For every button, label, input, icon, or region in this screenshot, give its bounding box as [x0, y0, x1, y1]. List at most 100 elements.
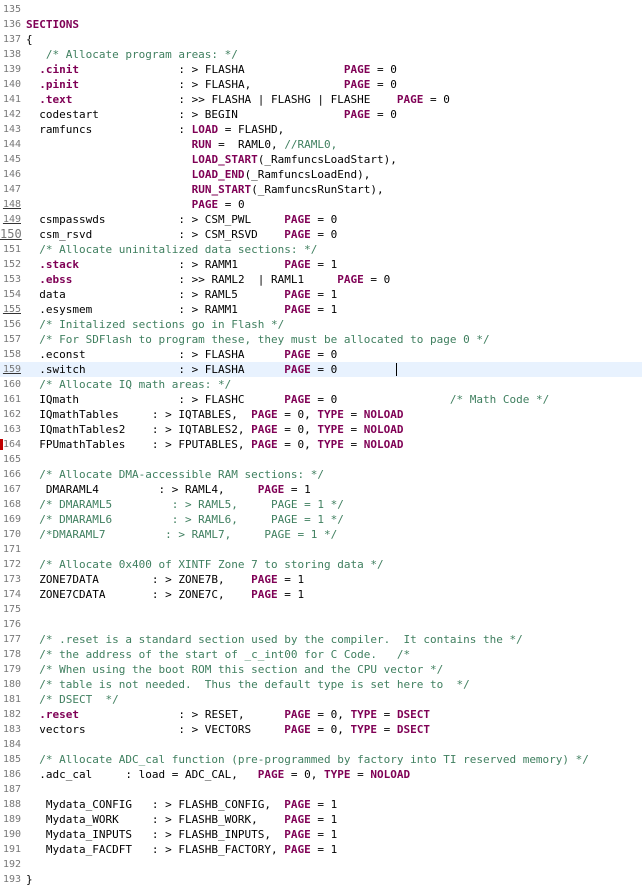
code-text[interactable]: codestart : > BEGIN PAGE = 0 — [26, 107, 397, 122]
code-text[interactable]: FPUmathTables : > FPUTABLES, PAGE = 0, T… — [26, 437, 403, 452]
code-text[interactable]: csmpasswds : > CSM_PWL PAGE = 0 — [26, 212, 337, 227]
code-text[interactable]: DMARAML4 : > RAML4, PAGE = 1 — [26, 482, 311, 497]
code-line[interactable]: 160 /* Allocate IQ math areas: */ — [0, 377, 642, 392]
code-line[interactable]: 172 /* Allocate 0x400 of XINTF Zone 7 to… — [0, 557, 642, 572]
code-line[interactable]: 158 .econst : > FLASHA PAGE = 0 — [0, 347, 642, 362]
code-text[interactable]: .adc_cal : load = ADC_CAL, PAGE = 0, TYP… — [26, 767, 410, 782]
code-line[interactable]: 173 ZONE7DATA : > ZONE7B, PAGE = 1 — [0, 572, 642, 587]
code-line[interactable]: 147 RUN_START(_RamfuncsRunStart), — [0, 182, 642, 197]
code-line[interactable]: 176 — [0, 617, 642, 632]
code-line[interactable]: 180 /* table is not needed. Thus the def… — [0, 677, 642, 692]
code-text[interactable]: /* the address of the start of _c_int00 … — [26, 647, 410, 662]
code-text[interactable]: IQmath : > FLASHC PAGE = 0 /* Math Code … — [26, 392, 549, 407]
code-line[interactable]: 153 .ebss : >> RAML2 | RAML1 PAGE = 0 — [0, 272, 642, 287]
code-line[interactable]: 164 FPUmathTables : > FPUTABLES, PAGE = … — [0, 437, 642, 452]
code-line[interactable]: 155 .esysmem : > RAMM1 PAGE = 1 — [0, 302, 642, 317]
code-text[interactable]: /* Allocate program areas: */ — [26, 47, 238, 62]
code-text[interactable]: /* Allocate 0x400 of XINTF Zone 7 to sto… — [26, 557, 383, 572]
code-text[interactable]: .pinit : > FLASHA, PAGE = 0 — [26, 77, 397, 92]
code-editor[interactable]: 135 136 SECTIONS 137 {138 /* Allocate progra… — [0, 0, 642, 891]
code-line[interactable]: 145 LOAD_START(_RamfuncsLoadStart), — [0, 152, 642, 167]
code-text[interactable]: Mydata_FACDFT : > FLASHB_FACTORY, PAGE =… — [26, 842, 337, 857]
code-text[interactable]: } — [26, 872, 33, 887]
code-text[interactable]: Mydata_CONFIG : > FLASHB_CONFIG, PAGE = … — [26, 797, 337, 812]
code-text[interactable]: /* For SDFlash to program these, they mu… — [26, 332, 489, 347]
code-text[interactable]: Mydata_INPUTS : > FLASHB_INPUTS, PAGE = … — [26, 827, 337, 842]
code-line[interactable]: 157 /* For SDFlash to program these, the… — [0, 332, 642, 347]
code-text[interactable]: csm_rsvd : > CSM_RSVD PAGE = 0 — [26, 227, 337, 242]
code-line[interactable]: 175 — [0, 602, 642, 617]
code-line[interactable]: 152 .stack : > RAMM1 PAGE = 1 — [0, 257, 642, 272]
code-text[interactable]: Mydata_WORK : > FLASHB_WORK, PAGE = 1 — [26, 812, 337, 827]
code-text[interactable]: /* Allocate IQ math areas: */ — [26, 377, 231, 392]
code-text[interactable]: RUN_START(_RamfuncsRunStart), — [26, 182, 384, 197]
code-line[interactable]: 165 — [0, 452, 642, 467]
code-text[interactable]: SECTIONS — [26, 17, 79, 32]
code-line[interactable]: 163 IQmathTables2 : > IQTABLES2, PAGE = … — [0, 422, 642, 437]
code-text[interactable]: IQmathTables2 : > IQTABLES2, PAGE = 0, T… — [26, 422, 403, 437]
code-line[interactable]: 140 .pinit : > FLASHA, PAGE = 0 — [0, 77, 642, 92]
code-line[interactable]: 141 .text : >> FLASHA | FLASHG | FLASHE … — [0, 92, 642, 107]
code-text[interactable]: /*DMARAML7 : > RAML7, PAGE = 1 */ — [26, 527, 337, 542]
code-text[interactable]: .esysmem : > RAMM1 PAGE = 1 — [26, 302, 337, 317]
code-text[interactable]: .reset : > RESET, PAGE = 0, TYPE = DSECT — [26, 707, 430, 722]
code-line[interactable]: 192 — [0, 857, 642, 872]
code-text[interactable]: .stack : > RAMM1 PAGE = 1 — [26, 257, 337, 272]
code-line[interactable]: 154 data : > RAML5 PAGE = 1 — [0, 287, 642, 302]
code-text[interactable]: .text : >> FLASHA | FLASHG | FLASHE PAGE… — [26, 92, 450, 107]
code-line[interactable]: 135 — [0, 2, 642, 17]
code-text[interactable]: PAGE = 0 — [26, 197, 245, 212]
code-line[interactable]: 186 .adc_cal : load = ADC_CAL, PAGE = 0,… — [0, 767, 642, 782]
code-line[interactable]: 148 PAGE = 0 — [0, 197, 642, 212]
code-line[interactable]: 170 /*DMARAML7 : > RAML7, PAGE = 1 */ — [0, 527, 642, 542]
code-line[interactable]: 169 /* DMARAML6 : > RAML6, PAGE = 1 */ — [0, 512, 642, 527]
code-text[interactable]: IQmathTables : > IQTABLES, PAGE = 0, TYP… — [26, 407, 403, 422]
code-text[interactable]: /* Allocate DMA-accessible RAM sections:… — [26, 467, 324, 482]
code-line[interactable]: 161 IQmath : > FLASHC PAGE = 0 /* Math C… — [0, 392, 642, 407]
code-line[interactable]: 184 — [0, 737, 642, 752]
code-line[interactable]: 168 /* DMARAML5 : > RAML5, PAGE = 1 */ — [0, 497, 642, 512]
code-text[interactable]: /* Initalized sections go in Flash */ — [26, 317, 284, 332]
code-line[interactable]: 143 ramfuncs : LOAD = FLASHD, — [0, 122, 642, 137]
code-text[interactable]: .cinit : > FLASHA PAGE = 0 — [26, 62, 397, 77]
code-text[interactable]: /* Allocate uninitalized data sections: … — [26, 242, 317, 257]
code-line[interactable]: 193} — [0, 872, 642, 887]
code-line[interactable]: 171 — [0, 542, 642, 557]
code-text[interactable]: /* DMARAML6 : > RAML6, PAGE = 1 */ — [26, 512, 344, 527]
code-line[interactable]: 185 /* Allocate ADC_cal function (pre-pr… — [0, 752, 642, 767]
code-text[interactable]: /* When using the boot ROM this section … — [26, 662, 443, 677]
code-text[interactable]: LOAD_END(_RamfuncsLoadEnd), — [26, 167, 371, 182]
code-line[interactable]: 181 /* DSECT */ — [0, 692, 642, 707]
code-text[interactable]: { — [26, 32, 33, 47]
code-line[interactable]: 182 .reset : > RESET, PAGE = 0, TYPE = D… — [0, 707, 642, 722]
code-text[interactable]: /* DMARAML5 : > RAML5, PAGE = 1 */ — [26, 497, 344, 512]
code-text[interactable]: /* table is not needed. Thus the default… — [26, 677, 469, 692]
code-text[interactable]: /* DSECT */ — [26, 692, 118, 707]
code-text[interactable]: .switch : > FLASHA PAGE = 0 — [26, 362, 337, 377]
code-line[interactable]: 174 ZONE7CDATA : > ZONE7C, PAGE = 1 — [0, 587, 642, 602]
code-line[interactable]: 177 /* .reset is a standard section used… — [0, 632, 642, 647]
code-line[interactable]: 190 Mydata_INPUTS : > FLASHB_INPUTS, PAG… — [0, 827, 642, 842]
code-line[interactable]: 149 csmpasswds : > CSM_PWL PAGE = 0 — [0, 212, 642, 227]
code-line[interactable]: 166 /* Allocate DMA-accessible RAM secti… — [0, 467, 642, 482]
code-line[interactable]: 162 IQmathTables : > IQTABLES, PAGE = 0,… — [0, 407, 642, 422]
code-line[interactable]: 142 codestart : > BEGIN PAGE = 0 — [0, 107, 642, 122]
code-text[interactable]: /* .reset is a standard section used by … — [26, 632, 522, 647]
code-text[interactable]: ZONE7DATA : > ZONE7B, PAGE = 1 — [26, 572, 304, 587]
code-line[interactable]: 191 Mydata_FACDFT : > FLASHB_FACTORY, PA… — [0, 842, 642, 857]
code-line[interactable]: 188 Mydata_CONFIG : > FLASHB_CONFIG, PAG… — [0, 797, 642, 812]
code-text[interactable]: RUN = RAML0, //RAML0, — [26, 137, 338, 152]
code-line[interactable]: 159 .switch : > FLASHA PAGE = 0 — [0, 362, 642, 377]
code-line[interactable]: 183 vectors : > VECTORS PAGE = 0, TYPE =… — [0, 722, 642, 737]
code-line[interactable]: 189 Mydata_WORK : > FLASHB_WORK, PAGE = … — [0, 812, 642, 827]
code-text[interactable]: ZONE7CDATA : > ZONE7C, PAGE = 1 — [26, 587, 304, 602]
code-text[interactable]: LOAD_START(_RamfuncsLoadStart), — [26, 152, 397, 167]
code-line[interactable]: 150 csm_rsvd : > CSM_RSVD PAGE = 0 — [0, 227, 642, 242]
code-text[interactable]: .econst : > FLASHA PAGE = 0 — [26, 347, 337, 362]
code-line[interactable]: 139 .cinit : > FLASHA PAGE = 0 — [0, 62, 642, 77]
code-line[interactable]: 151 /* Allocate uninitalized data sectio… — [0, 242, 642, 257]
code-line[interactable]: 137 { — [0, 32, 642, 47]
code-line[interactable]: 144 RUN = RAML0, //RAML0, — [0, 137, 642, 152]
code-line[interactable]: 179 /* When using the boot ROM this sect… — [0, 662, 642, 677]
code-line[interactable]: 146 LOAD_END(_RamfuncsLoadEnd), — [0, 167, 642, 182]
